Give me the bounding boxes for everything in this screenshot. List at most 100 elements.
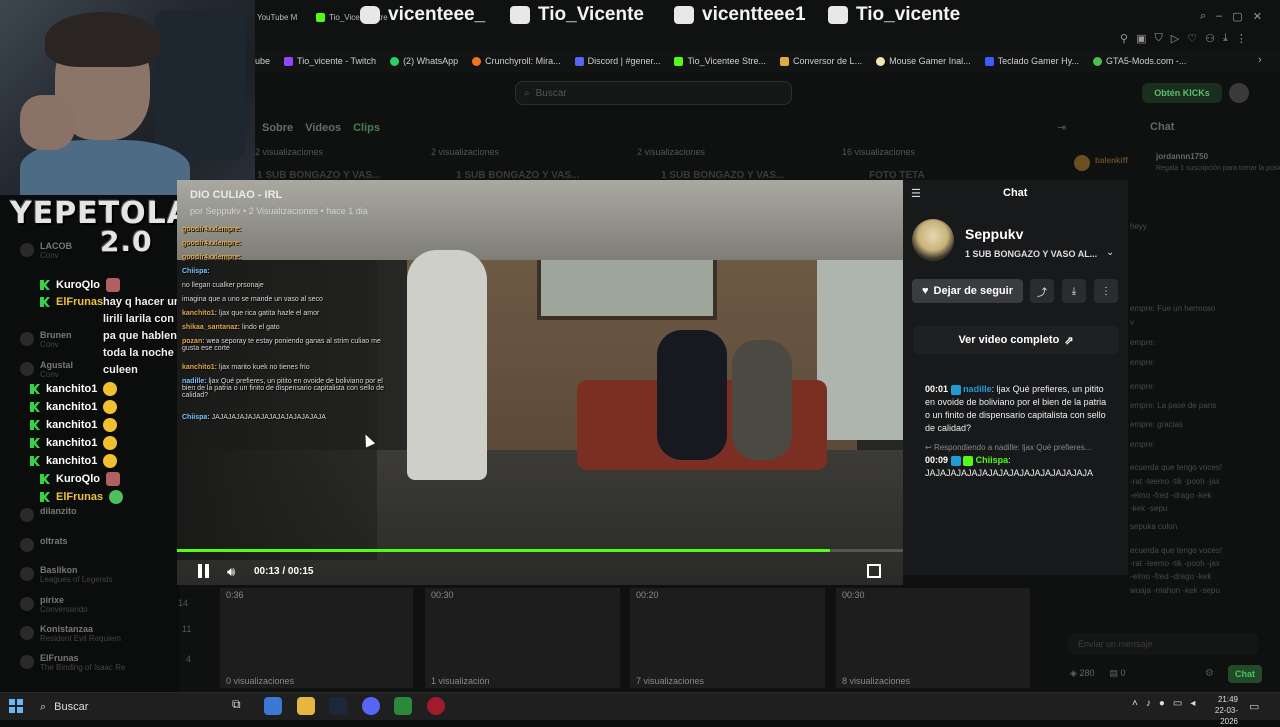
sidebar-channel[interactable]: ElFrunas The Binding of Isaac Re	[20, 653, 125, 672]
more-icon[interactable]: ⋮	[1094, 279, 1118, 303]
reply-text: Respondiendo a nadille: ljax Qué prefier…	[933, 443, 1092, 452]
close-icon[interactable]: ✕	[1253, 10, 1262, 23]
download-icon[interactable]: ⤓	[1062, 279, 1086, 303]
bookmark-item[interactable]: Tio_Vicentee Stre...	[674, 56, 766, 66]
channel-name: Konistanzaa	[40, 624, 94, 634]
sidebar-channel[interactable]: Agustal Conv	[20, 360, 73, 379]
steam-icon[interactable]	[329, 697, 347, 715]
bookmark-item[interactable]: Discord | #gener...	[574, 56, 660, 66]
full-video-button[interactable]: Ver video completo ⇗	[913, 326, 1119, 354]
overlay-chat-user: KuroQlo	[56, 473, 100, 485]
play-icon[interactable]: ▷	[1171, 32, 1179, 45]
tab-icon[interactable]: ▣	[1136, 32, 1146, 45]
kick-app-icon[interactable]	[394, 697, 412, 715]
emote-icon	[106, 278, 120, 292]
chevron-right-icon[interactable]: ›	[1258, 54, 1262, 66]
channel-name: LACOB	[40, 241, 72, 251]
avatar	[20, 508, 34, 522]
sidebar-channel[interactable]: Brunen Conv	[20, 330, 72, 349]
replay-chat-text: ljax Qué prefieres, un pitito en ovoide …	[182, 378, 384, 399]
message-user[interactable]: Chiispa	[976, 455, 1009, 465]
chat-message: 00:09 Chiispa: JAJAJAJAJAJAJAJAJAJAJAJAJ…	[925, 455, 1094, 478]
taskbar-search[interactable]: ⌕ Buscar	[34, 697, 218, 717]
clip-thumbnail[interactable]: 0:36 0 visualizaciones	[220, 588, 413, 688]
replay-chat-line: shikaa_santanaz: lindo el gato	[182, 324, 280, 331]
message-user[interactable]: nadille	[963, 384, 992, 394]
reply-reference: ↩ Respondiendo a nadille: ljax Qué prefi…	[925, 443, 1092, 452]
network-icon[interactable]: ▭	[1173, 698, 1182, 709]
tab-clips[interactable]: Clips	[353, 122, 380, 134]
shield-icon[interactable]: ⛉	[1154, 32, 1162, 45]
sidebar-channel[interactable]: Baslikon Leagues of Legends	[20, 565, 113, 584]
chat-input[interactable]: Enviar un mensaje	[1068, 633, 1258, 655]
bookmark-item[interactable]: Crunchyroll: Mira...	[472, 56, 561, 66]
clip-author[interactable]: Seppukv	[965, 226, 1023, 242]
profile-icon[interactable]: ⚇	[1205, 32, 1215, 45]
bookmark-item[interactable]: Teclado Gamer Hy...	[984, 56, 1079, 66]
sidebar-channel[interactable]: Konistanzaa Resident Evil Requiem	[20, 624, 121, 643]
minimize-icon[interactable]: –	[1216, 10, 1222, 23]
sidebar-channel[interactable]: pirixe Conversando	[20, 595, 88, 614]
menu-icon[interactable]: ☰	[911, 187, 921, 200]
gift-icon[interactable]: ▤	[1109, 668, 1118, 678]
emote-icon	[103, 454, 118, 468]
store-icon[interactable]	[264, 697, 282, 715]
bookmark-item[interactable]: Tio_vicente - Twitch	[284, 56, 376, 66]
notification-icon[interactable]: ▭	[1249, 700, 1259, 713]
chat-send-button[interactable]: Chat	[1228, 665, 1262, 683]
chevron-down-icon[interactable]: ⌄	[1106, 247, 1114, 258]
share-icon[interactable]: ⤴	[1030, 279, 1054, 303]
replay-chat-text: ljax que rica gatita hazle el amor	[218, 310, 320, 317]
avatar[interactable]	[912, 219, 954, 261]
sidebar-channel[interactable]: LACOB Conv	[20, 241, 72, 260]
avatar[interactable]	[1229, 83, 1249, 103]
bookmark-item[interactable]: Mouse Gamer Inal...	[876, 56, 971, 66]
folder-icon[interactable]	[297, 697, 315, 715]
search-icon[interactable]: ⌕	[1200, 10, 1206, 23]
chevron-up-icon[interactable]: ˄	[1132, 698, 1138, 709]
discord-icon[interactable]	[362, 697, 380, 715]
volume-icon[interactable]: 🔊︎	[227, 564, 235, 580]
windows-start-icon[interactable]	[9, 699, 23, 713]
maximize-icon[interactable]: ▢	[1232, 10, 1242, 23]
opera-icon[interactable]	[427, 697, 445, 715]
gear-icon[interactable]: ⚙	[1205, 668, 1214, 679]
download-icon[interactable]: ⤓	[1223, 32, 1228, 45]
clip-thumbnail[interactable]: 00:20 7 visualizaciones	[630, 588, 825, 688]
tab-youtube[interactable]: YouTube M	[257, 8, 297, 26]
clip-thumbnail[interactable]: 00:30 8 visualizaciones	[836, 588, 1030, 688]
fullscreen-icon[interactable]	[867, 564, 881, 578]
bookmark-item[interactable]: GTA5-Mods.com -...	[1093, 56, 1186, 66]
thumb-duration: 00:30	[842, 590, 865, 600]
pin-icon[interactable]: ⚲	[1120, 32, 1128, 45]
video-person	[657, 330, 727, 460]
bookmark-item[interactable]: (2) WhatsApp	[390, 56, 458, 66]
mic-icon[interactable]: ●	[1159, 698, 1165, 709]
volume-icon[interactable]: ♪	[1146, 698, 1151, 709]
bg-chat-line: ecuerda que tengo voces!	[1130, 546, 1223, 555]
replay-chat-line: goodfr4xxlempre:	[182, 240, 241, 247]
social-instagram: vicenteee_	[360, 4, 485, 26]
heart-icon[interactable]: ♡	[1187, 32, 1197, 45]
task-view-icon[interactable]: ⧉	[232, 697, 250, 715]
chat-input-placeholder: Enviar un mensaje	[1078, 639, 1153, 649]
clip-thumbnail[interactable]: 00:30 1 visualización	[425, 588, 620, 688]
speaker-icon[interactable]: ◂	[1190, 698, 1195, 709]
search-input[interactable]: ⌕ Buscar	[515, 81, 792, 105]
pause-button[interactable]	[197, 564, 211, 578]
taskbar-clock[interactable]: 21:49 22-03-2026	[1198, 694, 1238, 727]
get-kicks-button[interactable]: Obtén KICKs	[1142, 83, 1222, 103]
collapse-icon[interactable]: ⇥	[1057, 121, 1066, 134]
unfollow-button[interactable]: ♥ Dejar de seguir	[912, 279, 1023, 303]
sidebar-channel[interactable]: dilanzito	[20, 506, 77, 522]
bookmark-label: Tio_Vicentee Stre...	[687, 56, 767, 66]
bookmark-item[interactable]: Conversor de L...	[780, 56, 862, 66]
menu-icon[interactable]: ⋮	[1236, 32, 1247, 45]
tab-videos[interactable]: Videos	[305, 122, 341, 134]
bookmark-item[interactable]: ube	[255, 56, 270, 66]
kick-badge-icon	[40, 280, 50, 290]
clip-source-name: 1 SUB BONGAZO Y VASO AL...	[965, 249, 1098, 259]
sidebar-channel[interactable]: oltrats	[20, 536, 68, 552]
tab-about[interactable]: Sobre	[262, 122, 293, 134]
video-controls: 🔊︎ 00:13 / 00:15	[177, 556, 903, 586]
